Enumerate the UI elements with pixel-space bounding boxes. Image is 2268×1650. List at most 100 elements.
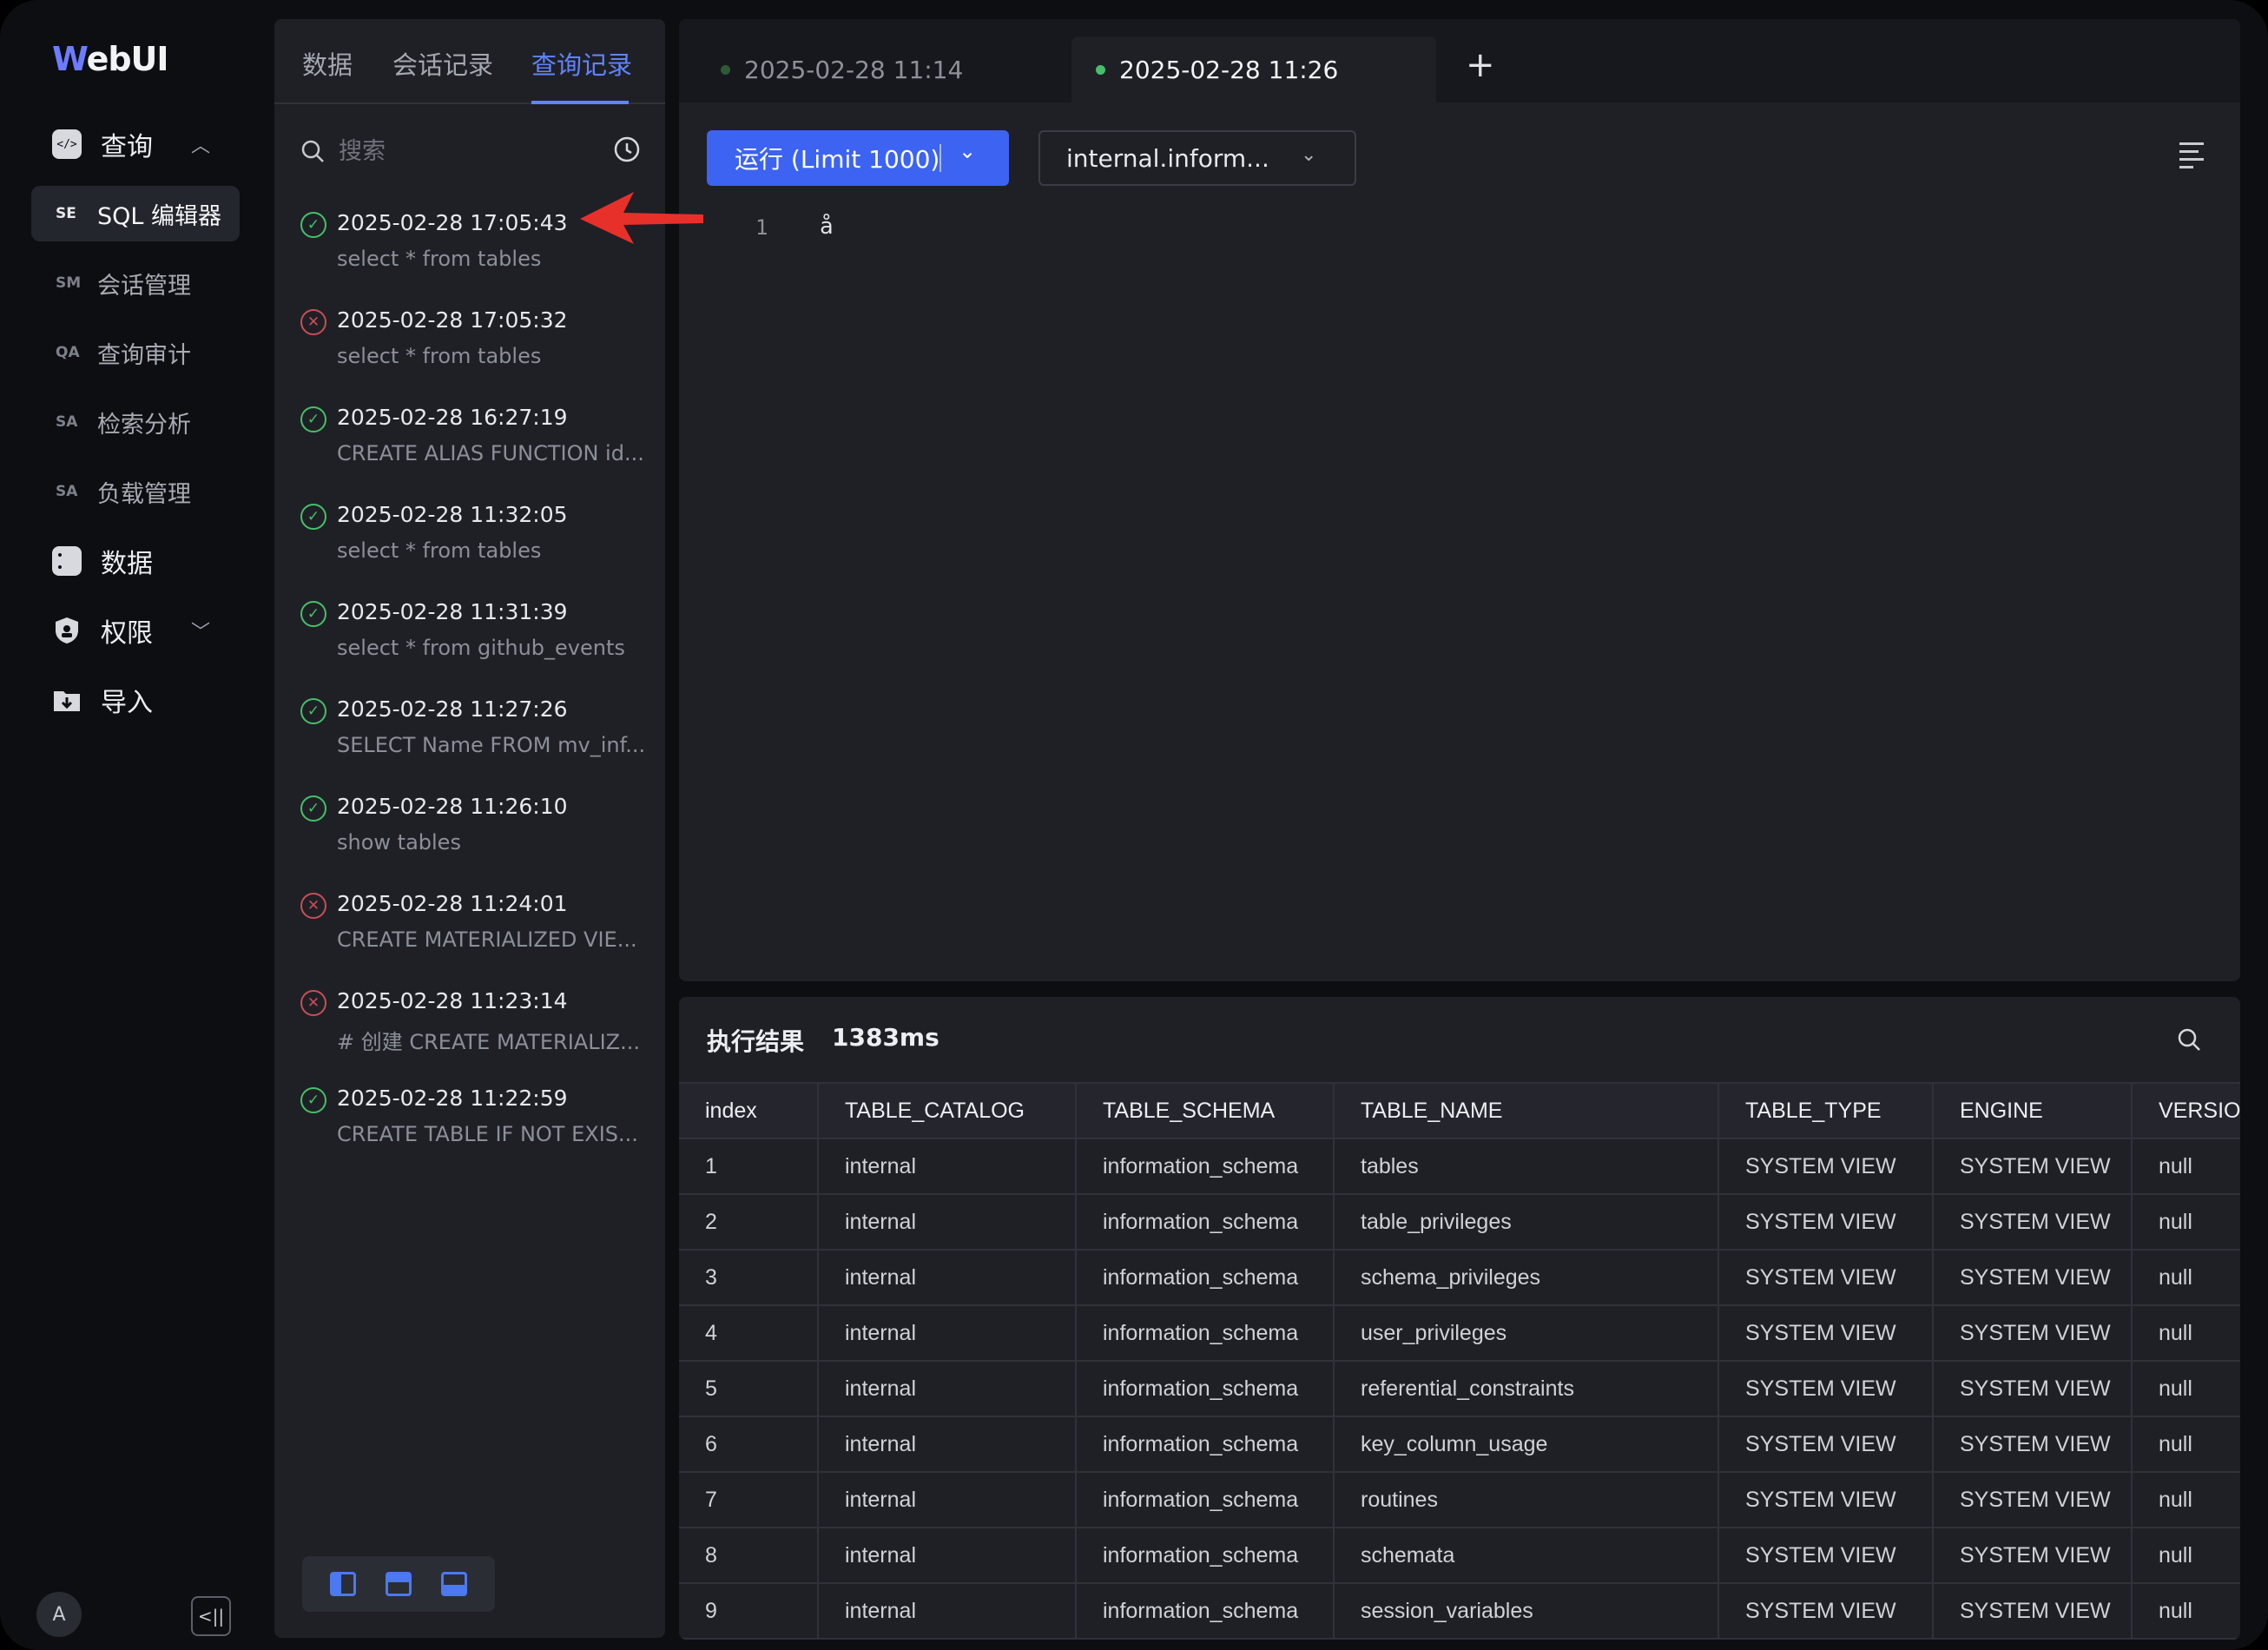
history-item[interactable]: ✓ 2025-02-28 11:22:59 CREATE TABLE IF NOT …	[300, 1086, 656, 1172]
table-cell: SYSTEM VIEW	[1717, 1304, 1934, 1362]
history-item-sql: select * from tables	[337, 344, 542, 368]
avatar[interactable]: A	[36, 1592, 82, 1637]
table-cell: information_schema	[1075, 1416, 1335, 1473]
history-item[interactable]: ✓ 2025-02-28 11:26:10 show tables	[300, 794, 656, 881]
table-cell: internal	[817, 1471, 1077, 1528]
history-item[interactable]: ✕ 2025-02-28 17:05:32 select * from tables	[300, 307, 656, 394]
history-item[interactable]: ✓ 2025-02-28 11:32:05 select * from tables	[300, 502, 656, 589]
history-item[interactable]: ✓ 2025-02-28 11:31:39 select * from github…	[300, 599, 656, 686]
sidebar-item-session-management[interactable]: SM 会话管理	[31, 255, 240, 311]
history-item[interactable]: ✓ 2025-02-28 11:27:26 SELECT Name FROM mv_…	[300, 696, 656, 783]
table-row[interactable]: 6 internal information_schema key_column_us…	[679, 1416, 2240, 1473]
nav-group-label: 权限	[101, 618, 153, 649]
run-button[interactable]: 运行 (Limit 1000) ⌄	[707, 130, 1009, 186]
column-header[interactable]: TABLE_CATALOG	[817, 1082, 1077, 1139]
sidebar-item-abbr: SM	[56, 274, 82, 292]
history-item[interactable]: ✕ 2025-02-28 11:23:14 # 创建 CREATE MATERIAL…	[300, 988, 656, 1075]
sidebar-item-label: 查询审计	[97, 341, 191, 369]
error-x-icon: ✕	[300, 893, 326, 919]
column-header[interactable]: ENGINE	[1932, 1082, 2133, 1139]
table-row[interactable]: 2 internal information_schema table_privile…	[679, 1193, 2240, 1251]
editor-tab-active[interactable]: 2025-02-28 11:26	[1071, 36, 1436, 102]
tab-data[interactable]: 数据	[302, 45, 353, 82]
history-item[interactable]: ✕ 2025-02-28 11:24:01 CREATE MATERIALIZED …	[300, 891, 656, 978]
layout-bottom-panel-icon[interactable]	[441, 1572, 467, 1596]
search-icon	[301, 140, 324, 162]
sql-editor: 2025-02-28 11:14 2025-02-28 11:26 + 运行 (…	[679, 19, 2240, 981]
sidebar-item-label: 负载管理	[97, 480, 191, 508]
table-cell: user_privileges	[1333, 1304, 1719, 1362]
nav-group-permissions[interactable]: 权限 ﹀	[52, 604, 210, 657]
table-cell: SYSTEM VIEW	[1717, 1193, 1934, 1251]
sidebar-item-workload-management[interactable]: SA 负载管理	[31, 464, 240, 519]
format-icon[interactable]	[2179, 142, 2205, 168]
column-header[interactable]: index	[679, 1082, 819, 1139]
history-search-input[interactable]	[337, 136, 563, 166]
editor-tabs: 2025-02-28 11:14 2025-02-28 11:26 +	[679, 19, 2240, 102]
table-row[interactable]: 1 internal information_schema tables SYSTEM …	[679, 1138, 2240, 1195]
layout-left-panel-icon[interactable]	[330, 1572, 356, 1596]
table-row[interactable]: 7 internal information_schema routines SYSTE…	[679, 1471, 2240, 1528]
table-cell: internal	[817, 1416, 1077, 1473]
column-header[interactable]: TABLE_SCHEMA	[1075, 1082, 1335, 1139]
layout-top-panel-icon[interactable]	[386, 1572, 412, 1596]
column-header[interactable]: TABLE_NAME	[1333, 1082, 1719, 1139]
nav-group-label: 导入	[101, 688, 153, 718]
tab-query-records[interactable]: 查询记录	[531, 45, 632, 82]
chevron-down-icon[interactable]: ⌄	[959, 139, 976, 163]
add-tab-button[interactable]: +	[1466, 45, 1495, 85]
table-row[interactable]: 3 internal information_schema schema_privil…	[679, 1249, 2240, 1306]
history-item-sql: CREATE ALIAS FUNCTION id...	[337, 441, 644, 465]
table-row[interactable]: 9 internal information_schema session_varia…	[679, 1582, 2240, 1640]
results-panel: 执行结果 1383ms index TABLE_CATALOG TABLE_SCHE…	[679, 997, 2240, 1640]
sidebar-item-abbr: SA	[56, 413, 78, 431]
table-cell: information_schema	[1075, 1471, 1335, 1528]
history-item-time: 2025-02-28 11:24:01	[337, 891, 568, 916]
clock-icon[interactable]	[613, 135, 641, 163]
table-cell: 4	[679, 1304, 819, 1362]
table-cell: tables	[1333, 1138, 1719, 1195]
collapse-sidebar-button[interactable]: <||	[191, 1596, 231, 1636]
history-item-time: 2025-02-28 17:05:43	[337, 210, 568, 235]
table-cell: session_variables	[1333, 1582, 1719, 1640]
table-cell: referential_constraints	[1333, 1360, 1719, 1417]
chevron-down-icon[interactable]: ﹀	[191, 617, 210, 644]
code-line[interactable]: å	[820, 214, 834, 240]
table-cell: routines	[1333, 1471, 1719, 1528]
nav-group-data[interactable]: 数据	[52, 535, 153, 587]
nav-group-import[interactable]: 导入	[52, 674, 153, 726]
table-cell: null	[2131, 1416, 2240, 1473]
chevron-up-icon[interactable]: ︿	[191, 130, 210, 158]
sidebar-item-sql-editor[interactable]: SE SQL 编辑器	[31, 186, 240, 241]
table-cell: information_schema	[1075, 1304, 1335, 1362]
sidebar-item-query-audit[interactable]: QA 查询审计	[31, 325, 240, 380]
annotation-arrow-icon	[580, 192, 703, 244]
sidebar-item-search-analysis[interactable]: SA 检索分析	[31, 394, 240, 450]
history-item-time: 2025-02-28 11:27:26	[337, 696, 568, 722]
table-cell: SYSTEM VIEW	[1717, 1360, 1934, 1417]
table-cell: schema_privileges	[1333, 1249, 1719, 1306]
history-item[interactable]: ✓ 2025-02-28 16:27:19 CREATE ALIAS FUNCTIO…	[300, 405, 656, 492]
table-row[interactable]: 8 internal information_schema schemata SYSTE…	[679, 1527, 2240, 1584]
table-row[interactable]: 4 internal information_schema user_privileg…	[679, 1304, 2240, 1362]
tab-session-records[interactable]: 会话记录	[392, 45, 493, 82]
editor-tab[interactable]: 2025-02-28 11:14	[705, 36, 1035, 102]
column-header[interactable]: TABLE_TYPE	[1717, 1082, 1934, 1139]
table-cell: SYSTEM VIEW	[1717, 1249, 1934, 1306]
sidebar-item-abbr: SE	[56, 205, 76, 222]
table-row[interactable]: 5 internal information_schema referential_c…	[679, 1360, 2240, 1417]
history-item-time: 2025-02-28 11:32:05	[337, 502, 568, 527]
nav-group-query[interactable]: </> 查询 ︿	[52, 118, 210, 170]
table-cell: SYSTEM VIEW	[1932, 1304, 2133, 1362]
history-item-sql: CREATE MATERIALIZED VIE...	[337, 927, 637, 952]
column-header[interactable]: VERSION	[2131, 1082, 2240, 1139]
database-select[interactable]: internal.inform... ⌄	[1038, 130, 1356, 186]
table-cell: SYSTEM VIEW	[1717, 1471, 1934, 1528]
search-icon[interactable]	[2176, 1026, 2202, 1053]
history-item-time: 2025-02-28 11:26:10	[337, 794, 568, 819]
app-logo[interactable]: WebUI	[52, 40, 169, 78]
sidebar-item-label: 检索分析	[97, 411, 191, 439]
chevron-down-icon: ⌄	[1301, 144, 1317, 166]
active-tab-indicator	[531, 101, 629, 104]
table-cell: SYSTEM VIEW	[1932, 1582, 2133, 1640]
